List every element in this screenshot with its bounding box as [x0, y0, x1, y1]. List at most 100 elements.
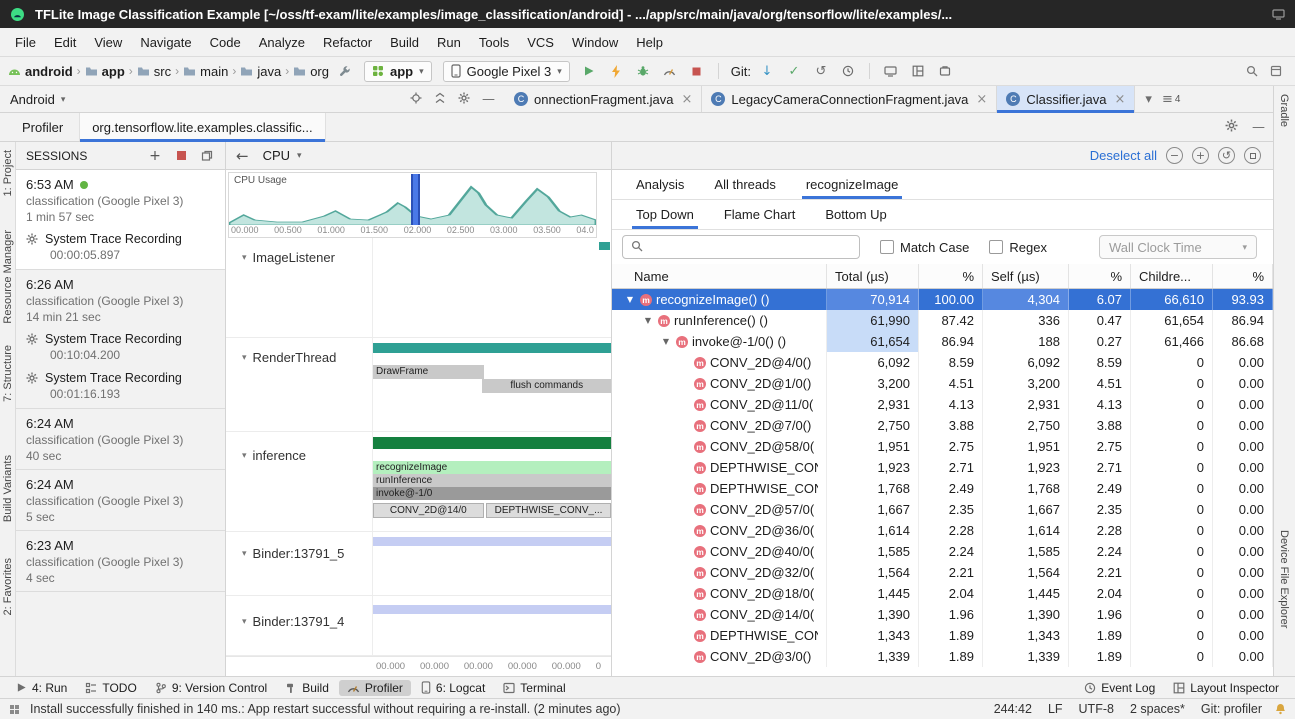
profiler-tool-label[interactable]: Profiler — [22, 113, 63, 141]
menu-run[interactable]: Run — [428, 32, 470, 53]
line-ending[interactable]: LF — [1045, 702, 1066, 716]
menu-analyze[interactable]: Analyze — [250, 32, 314, 53]
stripe-gradle[interactable]: Gradle — [1278, 94, 1290, 127]
collapse-all-icon[interactable] — [434, 92, 446, 107]
selection-range-handle[interactable] — [411, 174, 420, 225]
table-row[interactable]: mCONV_2D@40/0(1,5852.241,5852.2400.00 — [612, 541, 1273, 562]
editor-tab-legacycameraconnectionfragment-java[interactable]: CLegacyCameraConnectionFragment.java× — [702, 86, 997, 112]
git-branch[interactable]: Git: profiler — [1198, 702, 1265, 716]
toolwindow-layout-inspector[interactable]: Layout Inspector — [1165, 680, 1287, 696]
editor-tab-onnectionfragment-java[interactable]: ConnectionFragment.java× — [505, 86, 702, 112]
stop-button[interactable] — [686, 61, 708, 81]
menu-file[interactable]: File — [6, 32, 45, 53]
trace-event-conv-2d-14-0[interactable]: CONV_2D@14/0 — [373, 503, 484, 518]
table-row[interactable]: mCONV_2D@7/0()2,7503.882,7503.8800.00 — [612, 415, 1273, 436]
cpu-usage-chart[interactable]: CPU Usage 00.00000.50001.00001.50002.000… — [228, 172, 597, 238]
stripe-7-structure[interactable]: 7: Structure — [2, 345, 14, 402]
thread-track[interactable] — [372, 596, 611, 655]
gear-icon[interactable] — [1225, 119, 1238, 135]
table-row[interactable]: mCONV_2D@14/0(1,3901.961,3901.9600.00 — [612, 604, 1273, 625]
profile-button[interactable] — [659, 61, 681, 81]
profiler-session-tab[interactable]: org.tensorflow.lite.examples.classific..… — [79, 113, 325, 141]
table-row[interactable]: mCONV_2D@3/0()1,3391.891,3391.8900.00 — [612, 646, 1273, 667]
trace-event-recognizeimage[interactable]: recognizeImage — [373, 461, 611, 474]
debug-button[interactable] — [632, 61, 654, 81]
thread-label[interactable]: ▾Binder:13791_4 — [242, 614, 344, 629]
zoom-to-selection-icon[interactable] — [1244, 147, 1261, 164]
trace-event-runinference[interactable]: runInference — [373, 474, 611, 487]
collapse-arrow-icon[interactable]: ▾ — [242, 450, 247, 461]
stripe-resource-manager[interactable]: Resource Manager — [2, 230, 14, 324]
menu-build[interactable]: Build — [381, 32, 428, 53]
toolwindow-toggle-icon[interactable] — [9, 704, 20, 715]
search-field[interactable] — [649, 240, 851, 255]
stop-session-button[interactable] — [173, 151, 189, 160]
indent-style[interactable]: 2 spaces* — [1127, 702, 1188, 716]
run-config-selector[interactable]: app ▾ — [364, 61, 432, 82]
toolwindow-6-logcat[interactable]: 6: Logcat — [413, 680, 493, 696]
stripe-device-file-explorer[interactable]: Device File Explorer — [1278, 530, 1290, 628]
trace-event-drawframe[interactable]: DrawFrame — [373, 365, 484, 379]
sdk-manager-icon[interactable] — [934, 61, 956, 81]
editor-tab-classifier-java[interactable]: CClassifier.java× — [997, 86, 1135, 112]
trace-event-invoke-1-0[interactable]: invoke@-1/0 — [373, 487, 611, 500]
tab-list-icon[interactable]: ≡ — [1162, 92, 1173, 107]
table-row[interactable]: mCONV_2D@57/0(1,6672.351,6672.3500.00 — [612, 499, 1273, 520]
thread-track[interactable]: recognizeImagerunInferenceinvoke@-1/0 CON… — [372, 432, 611, 531]
cpu-track-selector[interactable]: CPU ▾ — [263, 148, 302, 163]
breadcrumb-src[interactable]: src — [137, 64, 171, 79]
regex-checkbox[interactable]: Regex — [989, 240, 1047, 255]
thread-track[interactable] — [372, 532, 611, 595]
column-header-2[interactable]: % — [919, 264, 983, 288]
breadcrumb-java[interactable]: java — [240, 64, 281, 79]
session-item[interactable]: 6:24 AMclassification (Google Pixel 3)40… — [16, 409, 225, 470]
toolwindow-terminal[interactable]: Terminal — [495, 680, 573, 696]
device-selector[interactable]: Google Pixel 3 ▾ — [443, 61, 570, 82]
hide-panel-icon[interactable]: — — [482, 92, 495, 107]
subtab-bottom-up[interactable]: Bottom Up — [813, 200, 898, 229]
menu-code[interactable]: Code — [201, 32, 250, 53]
expand-arrow-icon[interactable]: ▼ — [660, 337, 672, 346]
thread-label[interactable]: ▾ImageListener — [242, 250, 335, 265]
file-encoding[interactable]: UTF-8 — [1076, 702, 1117, 716]
column-header-4[interactable]: % — [1069, 264, 1131, 288]
run-button[interactable] — [578, 61, 600, 81]
menu-window[interactable]: Window — [563, 32, 627, 53]
thread-track[interactable] — [372, 238, 611, 337]
thread-label[interactable]: ▾RenderThread — [242, 350, 336, 365]
close-tab-icon[interactable]: × — [1115, 92, 1126, 107]
menu-refactor[interactable]: Refactor — [314, 32, 381, 53]
session-item[interactable]: 6:24 AMclassification (Google Pixel 3)5 … — [16, 470, 225, 531]
trace-recording[interactable]: System Trace Recording — [16, 225, 225, 247]
toolwindow-4-run[interactable]: 4: Run — [8, 680, 75, 696]
git-commit-button[interactable]: ✓ — [783, 61, 805, 81]
table-row[interactable]: mCONV_2D@11/0(2,9314.132,9314.1300.00 — [612, 394, 1273, 415]
table-row[interactable]: mCONV_2D@18/0(1,4452.041,4452.0400.00 — [612, 583, 1273, 604]
table-row[interactable]: mCONV_2D@4/0()6,0928.596,0928.5900.00 — [612, 352, 1273, 373]
table-row[interactable]: mDEPTHWISE_CON1,9232.711,9232.7100.00 — [612, 457, 1273, 478]
layout-inspector-icon[interactable] — [907, 61, 929, 81]
menu-edit[interactable]: Edit — [45, 32, 85, 53]
wrench-icon[interactable] — [334, 61, 356, 81]
menu-tools[interactable]: Tools — [470, 32, 518, 53]
minimize-icon[interactable]: — — [1252, 120, 1265, 135]
search-everywhere-icon[interactable] — [1241, 61, 1263, 81]
menu-help[interactable]: Help — [627, 32, 672, 53]
project-structure-icon[interactable] — [1265, 61, 1287, 81]
git-rollback-button[interactable]: ↺ — [810, 61, 832, 81]
toolwindow-event-log[interactable]: Event Log — [1076, 680, 1163, 696]
column-header-0[interactable]: Name — [612, 264, 827, 288]
close-tab-icon[interactable]: × — [976, 92, 987, 107]
trace-event-flush-commands[interactable]: flush commands — [482, 379, 611, 393]
session-item[interactable]: 6:53 AMclassification (Google Pixel 3)1 … — [16, 170, 225, 270]
column-header-5[interactable]: Childre... — [1131, 264, 1213, 288]
thread-label[interactable]: ▾inference — [242, 448, 306, 463]
zoom-in-icon[interactable]: + — [1192, 147, 1209, 164]
device-manager-icon[interactable] — [880, 61, 902, 81]
expand-arrow-icon[interactable]: ▼ — [624, 295, 636, 304]
gear-icon[interactable] — [458, 92, 470, 107]
menu-navigate[interactable]: Navigate — [131, 32, 200, 53]
menu-vcs[interactable]: VCS — [518, 32, 563, 53]
table-row[interactable]: mCONV_2D@36/0(1,6142.281,6142.2800.00 — [612, 520, 1273, 541]
toolwindow-build[interactable]: Build — [277, 680, 337, 696]
